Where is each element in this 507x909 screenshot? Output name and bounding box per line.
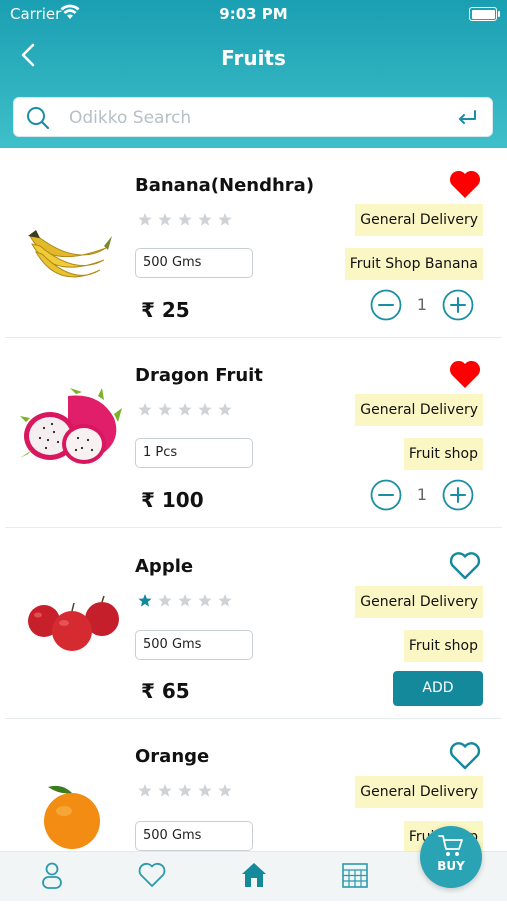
rating-stars[interactable]	[138, 783, 233, 799]
page-title: Fruits	[221, 46, 286, 70]
rating-stars[interactable]	[138, 593, 233, 609]
shop-tag: Fruit shop	[403, 438, 483, 470]
profile-icon[interactable]	[37, 860, 67, 890]
heart-outline-icon[interactable]	[448, 739, 482, 771]
product-price: ₹ 65	[141, 679, 190, 703]
product-card-apple[interactable]: Apple 500 Gms ₹ 65 General Delivery Frui…	[0, 529, 507, 719]
plus-circle-icon[interactable]	[442, 289, 474, 321]
product-name: Orange	[135, 746, 210, 767]
minus-circle-icon[interactable]	[370, 289, 402, 321]
header: Carrier 9:03 PM Fruits Odikko Search	[0, 0, 507, 148]
product-name: Dragon Fruit	[135, 365, 263, 386]
status-bar: Carrier 9:03 PM	[0, 0, 507, 28]
cart-icon	[438, 835, 463, 856]
quantity-unit-select[interactable]: 1 Pcs	[135, 438, 253, 468]
product-price: ₹ 100	[141, 488, 204, 512]
battery-icon	[469, 7, 500, 21]
delivery-tag: General Delivery	[355, 586, 483, 618]
return-icon[interactable]	[456, 108, 478, 128]
shop-tag: Fruit shop	[403, 630, 483, 662]
buy-label: BUY	[437, 859, 465, 873]
quantity-value: 1	[416, 485, 428, 504]
search-input[interactable]: Odikko Search	[69, 108, 191, 128]
banana-image	[28, 230, 112, 278]
heart-icon[interactable]	[137, 860, 167, 890]
quantity-unit-select[interactable]: 500 Gms	[135, 248, 253, 278]
quantity-stepper: 1	[370, 479, 474, 511]
product-price: ₹ 25	[141, 298, 190, 322]
minus-circle-icon[interactable]	[370, 479, 402, 511]
rating-stars[interactable]	[138, 212, 233, 228]
rating-stars[interactable]	[138, 402, 233, 418]
product-name: Banana(Nendhra)	[135, 175, 315, 196]
delivery-tag: General Delivery	[355, 204, 483, 236]
heart-outline-icon[interactable]	[448, 549, 482, 581]
shop-tag: Fruit Shop Banana	[344, 248, 483, 280]
quantity-unit-select[interactable]: 500 Gms	[135, 630, 253, 660]
product-card-banana[interactable]: Banana(Nendhra) 500 Gms ₹ 25 General Del…	[0, 148, 507, 338]
divider	[5, 527, 502, 528]
delivery-tag: General Delivery	[355, 394, 483, 426]
status-time: 9:03 PM	[219, 5, 288, 23]
quantity-value: 1	[416, 295, 428, 314]
plus-circle-icon[interactable]	[442, 479, 474, 511]
product-card-dragon-fruit[interactable]: Dragon Fruit 1 Pcs ₹ 100 General Deliver…	[0, 338, 507, 528]
quantity-unit-select[interactable]: 500 Gms	[135, 821, 253, 851]
heart-filled-icon[interactable]	[448, 358, 482, 390]
buy-button[interactable]: BUY	[420, 826, 482, 888]
delivery-tag: General Delivery	[355, 776, 483, 808]
home-icon[interactable]	[239, 860, 269, 890]
quantity-stepper: 1	[370, 289, 474, 321]
dragon-fruit-image	[20, 388, 122, 464]
apple-image	[28, 595, 119, 651]
add-to-cart-button[interactable]: ADD	[393, 671, 483, 706]
heart-filled-icon[interactable]	[448, 168, 482, 200]
product-name: Apple	[135, 556, 194, 577]
calendar-icon[interactable]	[340, 860, 370, 890]
search-icon	[27, 107, 50, 130]
orange-image	[44, 785, 100, 849]
search-bar[interactable]: Odikko Search	[13, 97, 493, 137]
